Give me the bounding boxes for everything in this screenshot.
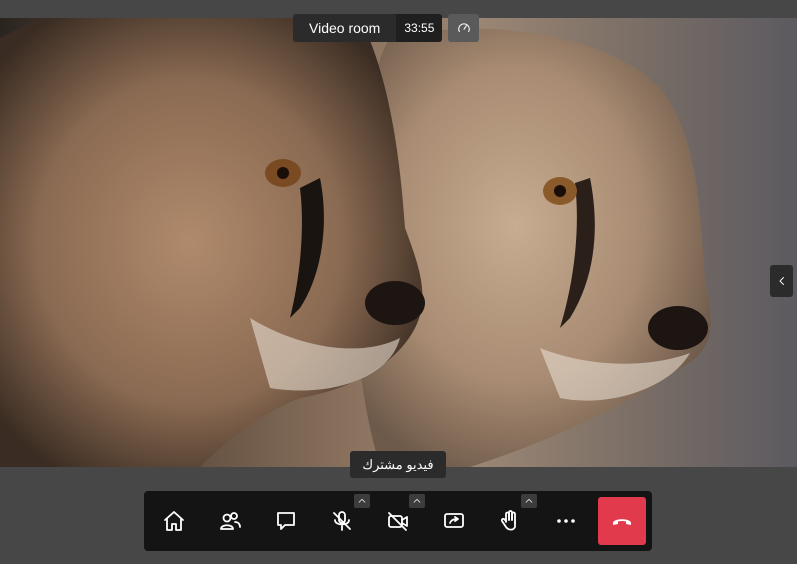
gauge-icon bbox=[457, 23, 470, 33]
chat-icon bbox=[277, 512, 295, 530]
participants-button[interactable] bbox=[208, 499, 252, 543]
side-panel-toggle[interactable] bbox=[770, 265, 793, 297]
more-button[interactable] bbox=[544, 499, 588, 543]
call-timer: 33:55 bbox=[396, 14, 443, 42]
more-icon bbox=[557, 519, 575, 523]
share-screen-button[interactable] bbox=[432, 499, 476, 543]
hangup-button[interactable] bbox=[598, 497, 646, 545]
hand-icon bbox=[500, 510, 516, 531]
microphone-button[interactable] bbox=[320, 499, 364, 543]
room-header: Video room 33:55 bbox=[293, 14, 443, 42]
participants-icon bbox=[220, 512, 241, 530]
mic-off-icon bbox=[333, 511, 351, 531]
screen-share-icon bbox=[444, 513, 464, 528]
connection-stats-button[interactable] bbox=[448, 14, 479, 42]
shared-video-stage bbox=[0, 18, 797, 467]
room-title: Video room bbox=[309, 20, 381, 36]
home-button[interactable] bbox=[152, 499, 196, 543]
chat-button[interactable] bbox=[264, 499, 308, 543]
phone-hangup-icon bbox=[613, 519, 631, 525]
shared-video-frame bbox=[0, 18, 711, 467]
raise-hand-button[interactable] bbox=[488, 499, 532, 543]
chevron-left-icon bbox=[779, 277, 784, 285]
video-caption: فيديو مشترك bbox=[350, 451, 446, 478]
camera-button[interactable] bbox=[376, 499, 420, 543]
call-toolbar bbox=[144, 491, 652, 551]
camera-off-icon bbox=[388, 512, 408, 531]
home-icon bbox=[164, 511, 184, 531]
